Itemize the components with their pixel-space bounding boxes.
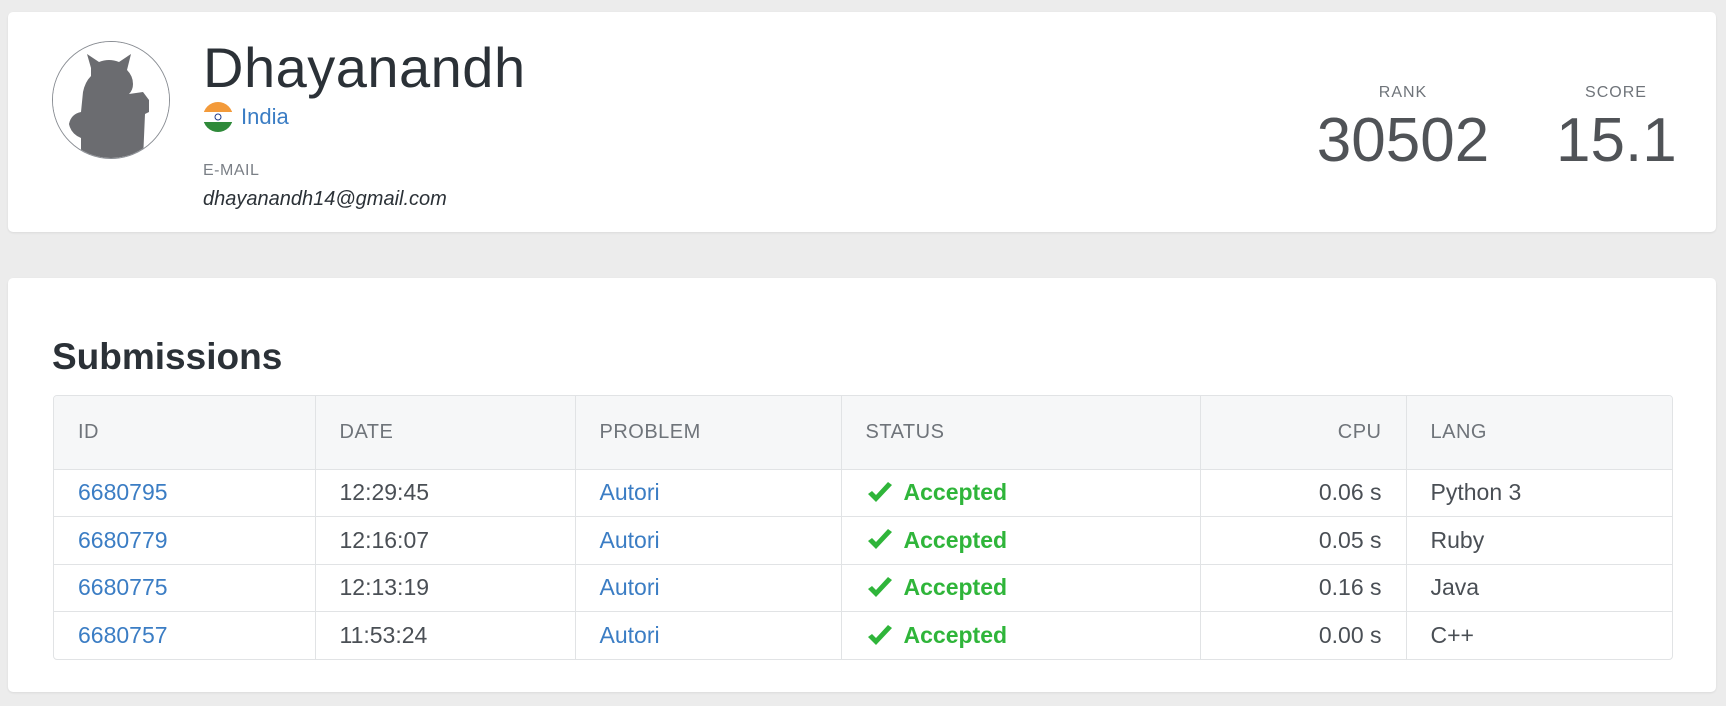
language: Ruby [1406,516,1672,565]
column-header-problem: PROBLEM [575,396,842,470]
check-icon [866,481,894,505]
country-link[interactable]: India [241,104,289,130]
rank-stat: RANK 30502 [1316,84,1490,172]
table-row: 6680757 11:53:24 Autori Accepted 0.00 s … [54,611,1672,659]
avatar [52,41,170,159]
india-flag-icon [203,102,233,132]
check-icon [866,528,894,552]
email-label: E-MAIL [203,162,260,179]
submission-id-link[interactable]: 6680795 [78,479,168,505]
submission-id-link[interactable]: 6680757 [78,622,168,648]
status-cell: Accepted [866,527,1176,554]
table-row: 6680795 12:29:45 Autori Accepted 0.06 s … [54,469,1672,517]
status-text: Accepted [903,479,1008,506]
table-row: 6680775 12:13:19 Autori Accepted 0.16 s … [54,564,1672,612]
status-cell: Accepted [866,574,1176,601]
cpu-time: 0.05 s [1200,516,1407,565]
profile-card: Dhayanandh India E-MAIL dhayanandh14@gma… [8,12,1716,232]
submission-date: 12:29:45 [315,469,576,517]
column-header-status: STATUS [841,396,1201,470]
status-cell: Accepted [866,622,1176,649]
column-header-cpu: CPU [1200,396,1407,470]
problem-link[interactable]: Autori [600,574,660,600]
rank-value: 30502 [1316,106,1490,175]
column-header-date: DATE [315,396,576,470]
avatar-silhouette-icon [53,42,169,158]
language: Java [1406,564,1672,612]
status-text: Accepted [903,574,1008,601]
problem-link[interactable]: Autori [600,622,660,648]
table-header-row: ID DATE PROBLEM STATUS CPU LANG [54,396,1672,470]
score-label: SCORE [1585,84,1647,101]
problem-link[interactable]: Autori [600,479,660,505]
status-cell: Accepted [866,479,1176,506]
status-text: Accepted [903,622,1008,648]
rank-label: RANK [1378,84,1428,101]
submissions-title: Submissions [52,336,283,377]
score-stat: SCORE 15.1 [1556,84,1677,175]
submission-id-link[interactable]: 6680775 [78,574,168,600]
problem-link[interactable]: Autori [600,527,660,553]
submissions-table: ID DATE PROBLEM STATUS CPU LANG 6680795 … [53,395,1673,660]
check-icon [866,576,894,600]
table-row: 6680779 12:16:07 Autori Accepted 0.05 s … [54,516,1672,565]
status-text: Accepted [903,526,1008,553]
check-icon [866,624,894,648]
cpu-time: 0.00 s [1200,611,1407,659]
country: India [203,102,289,132]
score-value: 15.1 [1556,106,1677,175]
column-header-id: ID [54,396,316,470]
user-name: Dhayanandh [203,36,526,99]
column-header-lang: LANG [1406,396,1672,470]
submission-date: 11:53:24 [315,611,576,659]
cpu-time: 0.06 s [1200,469,1407,517]
submission-date: 12:16:07 [315,516,576,565]
cpu-time: 0.16 s [1200,564,1407,612]
submission-date: 12:13:19 [315,564,576,612]
submissions-card: Submissions ID DATE PROBLEM STATUS CPU L… [8,278,1716,692]
submission-id-link[interactable]: 6680779 [78,527,168,553]
email-value: dhayanandh14@gmail.com [203,188,447,210]
language: C++ [1430,622,1474,648]
language: Python 3 [1406,469,1672,517]
